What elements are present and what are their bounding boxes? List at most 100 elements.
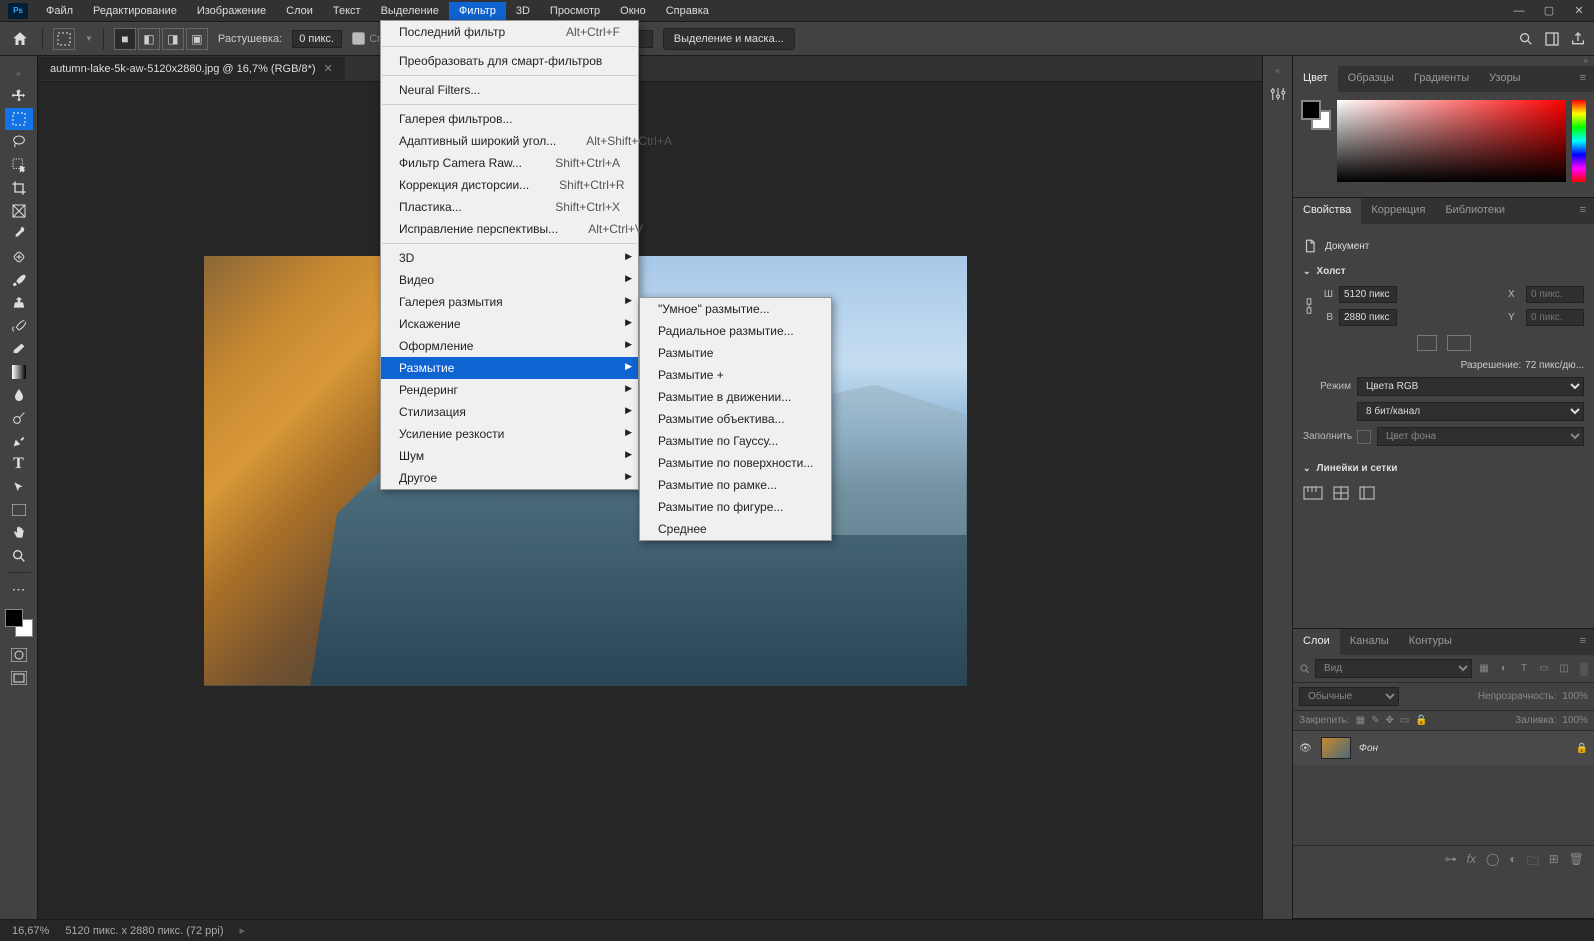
filter-menu-item[interactable]: Искажение▶ bbox=[381, 313, 638, 335]
trash-icon[interactable]: 🗑 bbox=[1569, 852, 1584, 873]
feather-input[interactable] bbox=[292, 30, 342, 48]
tool-pen[interactable] bbox=[5, 430, 33, 452]
menu-help[interactable]: Справка bbox=[656, 2, 719, 20]
tool-eraser[interactable] bbox=[5, 338, 33, 360]
group-icon[interactable]: 🗀 bbox=[1527, 852, 1539, 873]
filter-menu-item[interactable]: Другое▶ bbox=[381, 467, 638, 489]
color-swatches[interactable] bbox=[5, 609, 33, 637]
width-input[interactable] bbox=[1339, 286, 1397, 303]
foreground-color[interactable] bbox=[5, 609, 23, 627]
tool-blur[interactable] bbox=[5, 384, 33, 406]
color-swatch-pair[interactable] bbox=[1301, 100, 1331, 130]
tab-adjustments[interactable]: Коррекция bbox=[1361, 198, 1435, 224]
tab-color[interactable]: Цвет bbox=[1293, 66, 1338, 92]
filter-menu-item[interactable]: Фильтр Camera Raw...Shift+Ctrl+A bbox=[381, 152, 638, 174]
filter-menu-item[interactable]: Стилизация▶ bbox=[381, 401, 638, 423]
filter-menu-item[interactable]: Шум▶ bbox=[381, 445, 638, 467]
fill-select[interactable]: Цвет фона bbox=[1377, 427, 1584, 446]
canvas-section-header[interactable]: ⌄Холст bbox=[1303, 260, 1584, 283]
filter-pixel-icon[interactable]: ▦ bbox=[1476, 661, 1492, 677]
filter-shape-icon[interactable]: ▭ bbox=[1536, 661, 1552, 677]
filter-adjust-icon[interactable]: ◐ bbox=[1496, 661, 1512, 677]
blur-menu-item[interactable]: Размытие по поверхности... bbox=[640, 452, 831, 474]
filter-toggle[interactable] bbox=[1580, 662, 1588, 676]
blur-menu-item[interactable]: Размытие по Гауссу... bbox=[640, 430, 831, 452]
filter-menu-item[interactable]: Последний фильтрAlt+Ctrl+F bbox=[381, 21, 638, 43]
lock-all-icon[interactable]: 🔒 bbox=[1415, 715, 1427, 726]
menu-file[interactable]: Файл bbox=[36, 2, 83, 20]
fill-swatch[interactable] bbox=[1357, 430, 1371, 444]
share-icon[interactable] bbox=[1570, 31, 1586, 47]
panel-menu-icon[interactable]: ≡ bbox=[1572, 629, 1594, 655]
mask-icon[interactable]: ◯ bbox=[1486, 852, 1499, 873]
grid-icon[interactable] bbox=[1333, 486, 1349, 500]
document-tab[interactable]: autumn-lake-5k-aw-5120x2880.jpg @ 16,7% … bbox=[38, 57, 345, 80]
tool-frame[interactable] bbox=[5, 200, 33, 222]
filter-menu-item[interactable]: Рендеринг▶ bbox=[381, 379, 638, 401]
fg-swatch[interactable] bbox=[1301, 100, 1321, 120]
filter-smart-icon[interactable]: ◫ bbox=[1556, 661, 1572, 677]
tool-type[interactable]: T bbox=[5, 453, 33, 475]
menu-window[interactable]: Окно bbox=[610, 2, 656, 20]
bit-depth-select[interactable]: 8 бит/канал bbox=[1357, 402, 1584, 421]
marquee-tool-icon[interactable] bbox=[53, 28, 75, 50]
close-button[interactable]: ✕ bbox=[1564, 1, 1594, 21]
minimize-button[interactable]: — bbox=[1504, 1, 1534, 21]
quick-mask-button[interactable] bbox=[5, 644, 33, 666]
select-and-mask-button[interactable]: Выделение и маска... bbox=[663, 28, 795, 50]
screen-mode-button[interactable] bbox=[5, 667, 33, 689]
blur-menu-item[interactable]: Размытие + bbox=[640, 364, 831, 386]
menu-view[interactable]: Просмотр bbox=[540, 2, 610, 20]
tool-zoom[interactable] bbox=[5, 545, 33, 567]
expand-arrows-icon[interactable]: « bbox=[1275, 66, 1279, 75]
tab-paths[interactable]: Контуры bbox=[1399, 629, 1462, 655]
workspace-icon[interactable] bbox=[1544, 31, 1560, 47]
filter-menu-item[interactable]: Адаптивный широкий угол...Alt+Shift+Ctrl… bbox=[381, 130, 638, 152]
filter-menu-item[interactable]: Галерея размытия▶ bbox=[381, 291, 638, 313]
layer-filter-kind[interactable]: Вид bbox=[1315, 659, 1472, 678]
filter-type-icon[interactable]: T bbox=[1516, 661, 1532, 677]
tool-crop[interactable] bbox=[5, 177, 33, 199]
filter-menu-item[interactable]: Размытие▶ bbox=[381, 357, 638, 379]
filter-menu-item[interactable]: Коррекция дисторсии...Shift+Ctrl+R bbox=[381, 174, 638, 196]
opacity-value[interactable]: 100% bbox=[1562, 691, 1588, 702]
filter-menu-item[interactable]: Видео▶ bbox=[381, 269, 638, 291]
lock-icon[interactable]: 🔒 bbox=[1576, 743, 1588, 754]
tool-edit-toolbar[interactable]: ⋯ bbox=[5, 578, 33, 600]
filter-menu-item[interactable]: Усиление резкости▶ bbox=[381, 423, 638, 445]
layer-fill-value[interactable]: 100% bbox=[1562, 715, 1588, 726]
tab-libraries[interactable]: Библиотеки bbox=[1435, 198, 1515, 224]
landscape-icon[interactable] bbox=[1447, 335, 1471, 351]
tool-gradient[interactable] bbox=[5, 361, 33, 383]
filter-menu-item[interactable]: Пластика...Shift+Ctrl+X bbox=[381, 196, 638, 218]
collapse-arrows-icon[interactable]: » bbox=[5, 62, 33, 84]
tool-healing[interactable] bbox=[5, 246, 33, 268]
menu-image[interactable]: Изображение bbox=[187, 2, 276, 20]
layer-row[interactable]: 👁 Фон 🔒 bbox=[1293, 731, 1594, 765]
filter-menu-item[interactable]: Оформление▶ bbox=[381, 335, 638, 357]
tool-marquee[interactable] bbox=[5, 108, 33, 130]
maximize-button[interactable]: ▢ bbox=[1534, 1, 1564, 21]
blur-menu-item[interactable]: Размытие по рамке... bbox=[640, 474, 831, 496]
blur-menu-item[interactable]: Радиальное размытие... bbox=[640, 320, 831, 342]
status-caret-icon[interactable]: ▸ bbox=[240, 924, 246, 937]
blend-mode-select[interactable]: Обычные bbox=[1299, 687, 1399, 706]
blur-menu-item[interactable]: Среднее bbox=[640, 518, 831, 540]
select-subtract-button[interactable]: ◨ bbox=[162, 28, 184, 50]
visibility-eye-icon[interactable]: 👁 bbox=[1299, 743, 1313, 754]
color-mode-select[interactable]: Цвета RGB bbox=[1357, 377, 1584, 396]
blur-menu-item[interactable]: Размытие по фигуре... bbox=[640, 496, 831, 518]
tab-channels[interactable]: Каналы bbox=[1340, 629, 1399, 655]
tool-path-select[interactable] bbox=[5, 476, 33, 498]
blur-menu-item[interactable]: Размытие bbox=[640, 342, 831, 364]
filter-menu-item[interactable]: 3D▶ bbox=[381, 247, 638, 269]
tool-dodge[interactable] bbox=[5, 407, 33, 429]
tab-patterns[interactable]: Узоры bbox=[1479, 66, 1530, 92]
select-new-button[interactable]: ■ bbox=[114, 28, 136, 50]
height-input[interactable] bbox=[1339, 309, 1397, 326]
fx-icon[interactable]: fx bbox=[1467, 852, 1476, 873]
link-icon[interactable] bbox=[1303, 295, 1315, 317]
filter-menu-item[interactable]: Исправление перспективы...Alt+Ctrl+V bbox=[381, 218, 638, 240]
tool-history-brush[interactable] bbox=[5, 315, 33, 337]
panel-menu-icon[interactable]: ≡ bbox=[1572, 66, 1594, 92]
